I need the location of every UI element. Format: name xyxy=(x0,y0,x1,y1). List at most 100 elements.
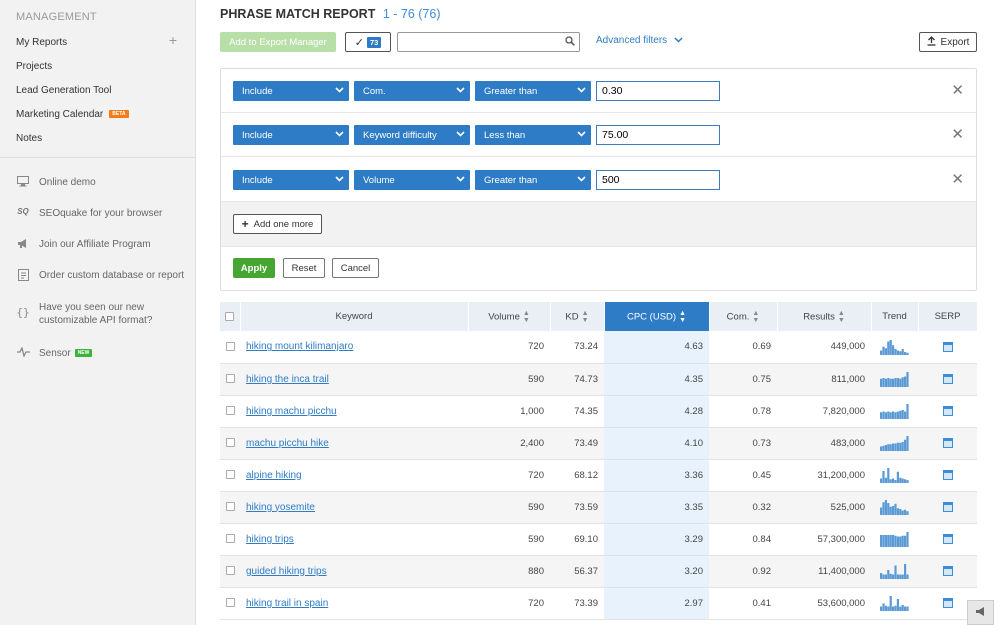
row-checkbox-cell[interactable] xyxy=(220,491,240,524)
column-header-volume[interactable]: Volume ▲ ▼ xyxy=(468,302,551,331)
row-checkbox[interactable] xyxy=(225,502,235,512)
chevron-down-icon xyxy=(335,85,344,96)
trend-bar xyxy=(882,574,885,579)
row-checkbox-cell[interactable] xyxy=(220,459,240,492)
apply-button[interactable]: Apply xyxy=(233,258,275,278)
filter-operator-select[interactable]: Less than xyxy=(475,125,591,145)
serp-icon[interactable] xyxy=(942,502,953,512)
trend-bar xyxy=(880,573,883,579)
column-header-results[interactable]: Results ▲ ▼ xyxy=(777,302,872,331)
keyword-link[interactable]: guided hiking trips xyxy=(246,566,327,577)
sidebar-item-my-reports[interactable]: My Reports + xyxy=(16,32,181,50)
filter-value-input[interactable] xyxy=(596,81,720,101)
row-checkbox[interactable] xyxy=(225,598,235,608)
sidebar-link-seoquake[interactable]: SQ SEOquake for your browser xyxy=(16,207,185,220)
row-checkbox-cell[interactable] xyxy=(220,395,240,428)
serp-icon[interactable] xyxy=(942,534,953,544)
filter-operator-select[interactable]: Greater than xyxy=(475,81,591,101)
row-checkbox[interactable] xyxy=(225,342,235,352)
serp-icon[interactable] xyxy=(942,598,953,608)
filter-mode-select[interactable]: Include xyxy=(233,125,349,145)
row-checkbox[interactable] xyxy=(225,534,235,544)
filter-value-input[interactable] xyxy=(596,125,720,145)
trend-bar xyxy=(884,445,887,451)
column-header-keyword[interactable]: Keyword xyxy=(240,302,469,331)
row-checkbox-cell[interactable] xyxy=(220,363,240,396)
keyword-link[interactable]: hiking trips xyxy=(246,534,294,545)
row-checkbox[interactable] xyxy=(225,374,235,384)
results-cell: 525,000 xyxy=(777,491,871,524)
close-icon[interactable]: ✕ xyxy=(951,172,964,187)
keyword-link[interactable]: hiking the inca trail xyxy=(246,374,329,385)
trend-cell xyxy=(871,363,918,396)
add-one-more-button[interactable]: + Add one more xyxy=(233,214,322,234)
trend-bar xyxy=(892,574,895,579)
serp-icon[interactable] xyxy=(942,566,953,576)
row-checkbox-cell[interactable] xyxy=(220,555,240,588)
column-header-com[interactable]: Com. ▲ ▼ xyxy=(709,302,778,331)
row-checkbox-cell[interactable] xyxy=(220,427,240,460)
row-checkbox-cell[interactable] xyxy=(220,331,240,364)
select-all-toggle[interactable]: ✓ 73 xyxy=(345,32,391,52)
keyword-link[interactable]: alpine hiking xyxy=(246,470,302,481)
trend-bar xyxy=(880,378,883,387)
volume-cell: 1,000 xyxy=(468,395,550,428)
row-checkbox[interactable] xyxy=(225,406,235,416)
sidebar-item-notes[interactable]: Notes xyxy=(16,130,181,146)
plus-icon[interactable]: + xyxy=(169,32,177,48)
export-button[interactable]: Export xyxy=(919,32,977,52)
cancel-button[interactable]: Cancel xyxy=(332,258,379,278)
reset-button[interactable]: Reset xyxy=(283,258,325,278)
filter-operator-select[interactable]: Greater than xyxy=(475,170,591,190)
trend-bar xyxy=(901,478,904,483)
sidebar-item-lead-generation-tool[interactable]: Lead Generation Tool xyxy=(16,82,181,98)
filter-value-input[interactable] xyxy=(596,170,720,190)
column-header-kd[interactable]: KD ▲ ▼ xyxy=(550,302,605,331)
keyword-link[interactable]: hiking yosemite xyxy=(246,502,315,513)
sidebar-link-order-database[interactable]: Order custom database or report xyxy=(16,269,185,284)
filter-field-select[interactable]: Volume xyxy=(354,170,470,190)
sidebar-link-affiliate[interactable]: Join our Affiliate Program xyxy=(16,238,185,252)
close-icon[interactable]: ✕ xyxy=(951,83,964,98)
close-icon[interactable]: ✕ xyxy=(951,127,964,142)
filter-mode-select[interactable]: Include xyxy=(233,170,349,190)
serp-icon[interactable] xyxy=(942,406,953,416)
add-to-export-manager-button[interactable]: Add to Export Manager xyxy=(220,32,336,52)
serp-icon[interactable] xyxy=(942,438,953,448)
serp-icon[interactable] xyxy=(942,470,953,480)
column-header-cpc[interactable]: CPC (USD) ▲ ▼ xyxy=(604,302,710,331)
sidebar-item-marketing-calendar[interactable]: Marketing Calendar BETA xyxy=(16,106,181,122)
keyword-link[interactable]: hiking trail in spain xyxy=(246,598,328,609)
advanced-filters-toggle[interactable]: Advanced filters xyxy=(596,35,683,46)
results-table: Keyword Volume ▲ ▼ KD ▲ ▼ CPC (USD) ▲ ▼ Com. ▲ ▼… xyxy=(220,302,978,620)
trend-bar xyxy=(906,436,909,451)
serp-icon[interactable] xyxy=(942,374,953,384)
keyword-link[interactable]: hiking mount kilimanjaro xyxy=(246,341,353,352)
keyword-link[interactable]: hiking machu picchu xyxy=(246,406,337,417)
cpc-cell: 4.10 xyxy=(604,427,709,460)
search-icon xyxy=(565,35,575,49)
feedback-button[interactable] xyxy=(967,600,994,625)
sidebar-link-online-demo[interactable]: Online demo xyxy=(16,176,185,190)
serp-icon[interactable] xyxy=(942,341,953,352)
filter-field-select[interactable]: Keyword difficulty xyxy=(354,125,470,145)
trend-bar xyxy=(906,404,909,419)
search-input[interactable] xyxy=(397,32,563,52)
filter-mode-select[interactable]: Include xyxy=(233,81,349,101)
select-all-checkbox[interactable] xyxy=(225,311,235,321)
row-checkbox-cell[interactable] xyxy=(220,523,240,556)
row-checkbox[interactable] xyxy=(225,438,235,448)
row-checkbox-cell[interactable] xyxy=(220,587,240,620)
filter-field-select[interactable]: Com. xyxy=(354,81,470,101)
search-button[interactable] xyxy=(561,32,580,52)
sidebar-item-projects[interactable]: Projects xyxy=(16,58,181,74)
sidebar-link-api-format[interactable]: {} Have you seen our new customizable AP… xyxy=(16,301,185,327)
sidebar-link-sensor[interactable]: Sensor NEW xyxy=(16,346,185,360)
select-all-checkbox-cell[interactable] xyxy=(220,302,241,331)
keyword-link[interactable]: machu picchu hike xyxy=(246,438,329,449)
filter-row: Include Com. Greater than ✕ xyxy=(221,69,976,113)
sort-icon: ▲ ▼ xyxy=(837,309,845,324)
filter-row: Include Keyword difficulty Less than ✕ xyxy=(221,113,976,157)
row-checkbox[interactable] xyxy=(225,566,235,576)
row-checkbox[interactable] xyxy=(225,470,235,480)
